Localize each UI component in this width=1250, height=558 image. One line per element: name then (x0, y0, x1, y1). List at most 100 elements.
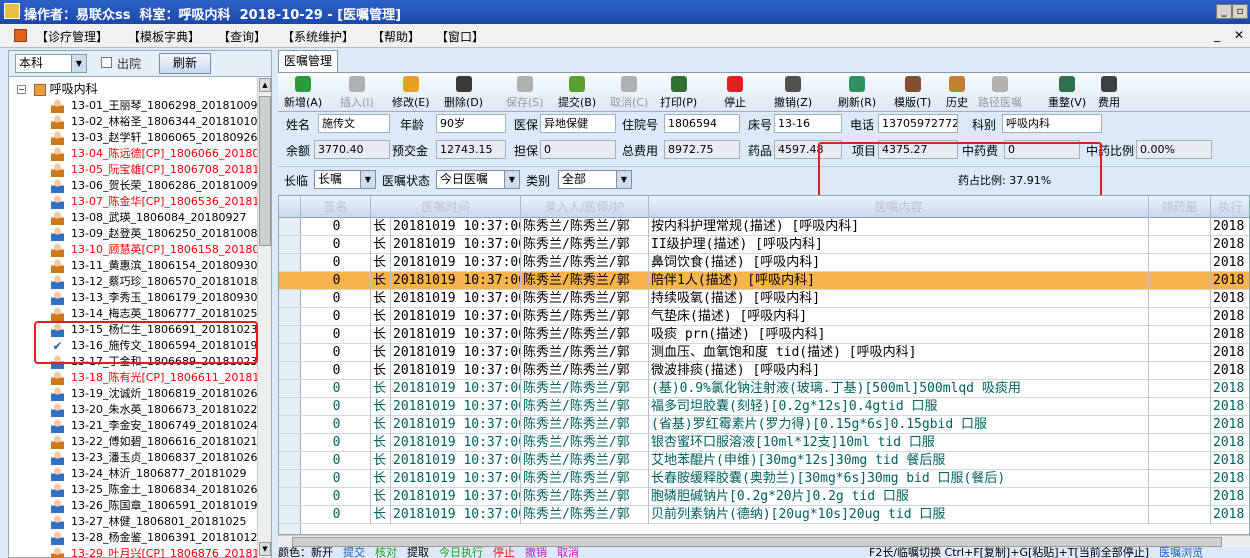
table-cell: 陈秀兰/陈秀兰/郭 (521, 434, 649, 452)
mdi-close-button[interactable]: ✕ (1234, 28, 1244, 42)
table-row[interactable]: 0 长 20181019 10:37:00 陈秀兰/陈秀兰/郭 长春胺缓释胶囊(奥勃兰)… (279, 470, 1249, 488)
table-row[interactable]: 0 长 20181019 10:37:00 陈秀兰/陈秀兰/郭 胞磷胆碱钠片[0.2g*… (279, 488, 1249, 506)
toolbar-button[interactable]: 取消(C) (610, 76, 648, 110)
table-row[interactable]: 0 长 20181019 10:37:00 陈秀兰/陈秀兰/郭 福多司坦胶囊(刻轻)[0… (279, 398, 1249, 416)
toolbar-icon (949, 76, 965, 92)
maximize-button[interactable]: ▫ (1232, 4, 1248, 19)
hscroll-thumb[interactable] (292, 537, 1222, 547)
table-row[interactable]: 0 长 20181019 10:37:00 陈秀兰/陈秀兰/郭 吸痰 prn(描述) [… (279, 326, 1249, 344)
scroll-thumb[interactable] (259, 96, 271, 246)
toolbar-button[interactable]: 费用 (1098, 76, 1120, 110)
title-bar: 操作者：易联众ss 科室：呼吸内科 2018-10-29 - [医嘱管理] _ … (0, 0, 1250, 24)
table-cell: 20181019 10:37:00 (393, 416, 521, 434)
table-row[interactable]: 0 长 20181019 10:37:00 陈秀兰/陈秀兰/郭 (基)0.9%氯化钠注射… (279, 380, 1249, 398)
collapse-icon[interactable]: − (17, 85, 26, 94)
tel-field: 13705972772 (878, 114, 958, 133)
patient-icon (51, 515, 64, 529)
table-row[interactable]: 0 长 20181019 10:37:00 陈秀兰/陈秀兰/郭 持续吸氧(描述) [呼吸… (279, 290, 1249, 308)
toolbar-button[interactable]: 打印(P) (660, 76, 697, 110)
toolbar-button[interactable]: 停止 (724, 76, 746, 110)
table-cell: 气垫床(描述) [呼吸内科] (649, 308, 1149, 326)
menu-query[interactable]: 【查询】 (218, 28, 266, 45)
table-row[interactable]: 0 长 20181019 10:37:00 陈秀兰/陈秀兰/郭 测血压、血氧饱和度 ti… (279, 344, 1249, 362)
toolbar-icon (402, 76, 419, 92)
dept-select[interactable]: 本科 ▼ (15, 54, 87, 73)
toolbar-button[interactable]: 修改(E) (392, 76, 430, 110)
header-time[interactable]: 医嘱时间 (371, 196, 521, 218)
toolbar-label: 刷新(R) (838, 96, 877, 109)
table-row[interactable]: 0 长 20181019 10:37:00 陈秀兰/陈秀兰/郭 II级护理(描述) [呼… (279, 236, 1249, 254)
table-row[interactable]: 0 长 20181019 10:37:00 陈秀兰/陈秀兰/郭 (省基)罗红霉素片(罗力… (279, 416, 1249, 434)
tree-root[interactable]: − 呼吸内科 (17, 80, 98, 96)
menu-help[interactable]: 【帮助】 (372, 28, 420, 45)
toolbar-button[interactable]: 新增(A) (284, 76, 322, 110)
toolbar-label: 撤销(Z) (774, 96, 813, 109)
toolbar-button[interactable]: 撤销(Z) (774, 76, 812, 110)
header-qty[interactable]: 领药量 (1149, 196, 1211, 218)
table-cell: 长 (371, 344, 391, 362)
age-label: 年龄 (400, 118, 425, 132)
table-cell: 20181019 10:37:00 (393, 380, 521, 398)
toolbar-button[interactable]: 插入(I) (340, 76, 374, 110)
toolbar-button[interactable]: 保存(S) (506, 76, 544, 110)
table-cell: (省基)罗红霉素片(罗力得)[0.15g*6s]0.15gbid 口服 (649, 416, 1149, 434)
header-sign[interactable]: 签名 (301, 196, 371, 218)
patient-scrollbar[interactable]: ▲ ▼ (257, 78, 271, 558)
table-cell: 0 (301, 308, 371, 326)
table-row[interactable]: 0 长 20181019 10:37:00 陈秀兰/陈秀兰/郭 银杏蜜环口服溶液[10m… (279, 434, 1249, 452)
menu-diagnosis[interactable]: 【诊疗管理】 (36, 28, 108, 45)
toolbar-button[interactable]: 历史 (946, 76, 968, 110)
table-row[interactable]: 0 长 20181019 10:37:00 陈秀兰/陈秀兰/郭 鼻饲饮食(描述) [呼吸… (279, 254, 1249, 272)
toolbar-button[interactable]: 刷新(R) (838, 76, 876, 110)
table-cell: 0 (301, 506, 371, 524)
scroll-up-icon[interactable]: ▲ (259, 78, 271, 92)
minimize-button[interactable]: _ (1216, 4, 1232, 19)
toolbar-button[interactable]: 删除(D) (444, 76, 483, 110)
menu-system[interactable]: 【系统维护】 (282, 28, 354, 45)
table-cell: 长 (371, 398, 391, 416)
table-row[interactable]: 0 长 20181019 10:37:00 陈秀兰/陈秀兰/郭 贝前列素钠片(德纳)[2… (279, 506, 1249, 524)
header-exec[interactable]: 执行 (1211, 196, 1249, 218)
insurance-label: 医保 (514, 118, 539, 132)
patient-icon (51, 307, 64, 321)
table-row[interactable]: 0 长 20181019 10:37:00 陈秀兰/陈秀兰/郭 艾地苯醌片(申维)[30… (279, 452, 1249, 470)
table-row[interactable]: 0 长 20181019 10:37:00 陈秀兰/陈秀兰/郭 按内科护理常规(描述) … (279, 218, 1249, 236)
table-cell: 0 (301, 488, 371, 506)
filter-bar: 长临 长嘱 ▼ 医嘱状态 今日医嘱 ▼ 类别 全部 ▼ (278, 166, 1250, 192)
status-select[interactable]: 今日医嘱 ▼ (436, 170, 520, 189)
table-cell: 陈秀兰/陈秀兰/郭 (521, 326, 649, 344)
table-cell: 2018 (1211, 254, 1249, 272)
table-row[interactable]: 0 长 20181019 10:37:00 陈秀兰/陈秀兰/郭 陪伴1人(描述) [呼吸… (279, 272, 1249, 290)
header-person[interactable]: 录入人/医师/护 (521, 196, 649, 218)
type-label: 长临 (284, 174, 309, 188)
discharged-checkbox[interactable] (101, 57, 112, 68)
menu-window[interactable]: 【窗口】 (436, 28, 484, 45)
menu-template[interactable]: 【模板字典】 (128, 28, 200, 45)
grid-hscrollbar[interactable] (278, 535, 1250, 547)
type-select[interactable]: 长嘱 ▼ (314, 170, 376, 189)
scroll-down-icon[interactable]: ▼ (259, 542, 271, 556)
category-select[interactable]: 全部 ▼ (558, 170, 632, 189)
mdi-minimize-button[interactable]: _ (1214, 28, 1220, 42)
patient-icon (51, 451, 64, 465)
header-content[interactable]: 医嘱内容 (649, 196, 1149, 218)
toolbar-button[interactable]: 路径医嘱 (978, 76, 1022, 110)
table-cell: 0 (301, 290, 371, 308)
table-cell: 0 (301, 380, 371, 398)
table-cell: 长 (371, 452, 391, 470)
table-cell: 长 (371, 272, 391, 290)
toolbar-button[interactable]: 模版(T) (894, 76, 931, 110)
table-cell: 长 (371, 416, 391, 434)
table-cell: 银杏蜜环口服溶液[10ml*12支]10ml tid 口服 (649, 434, 1149, 452)
table-cell (1149, 362, 1211, 380)
table-row[interactable]: 0 长 20181019 10:37:00 陈秀兰/陈秀兰/郭 气垫床(描述) [呼吸内… (279, 308, 1249, 326)
toolbar-button[interactable]: 重整(V) (1048, 76, 1086, 110)
toolbar-label: 路径医嘱 (978, 96, 1022, 109)
toolbar-label: 插入(I) (340, 96, 374, 109)
refresh-button[interactable]: 刷新 (159, 53, 211, 74)
status-text: 取消 (557, 547, 579, 558)
table-row[interactable]: 0 长 20181019 10:37:00 陈秀兰/陈秀兰/郭 微波排痰(描述) [呼吸… (279, 362, 1249, 380)
toolbar-button[interactable]: 提交(B) (558, 76, 596, 110)
patient-label: 13-07_陈金华[CP]_1806536_201810 (71, 195, 257, 208)
tab-order-management[interactable]: 医嘱管理 (278, 50, 338, 72)
